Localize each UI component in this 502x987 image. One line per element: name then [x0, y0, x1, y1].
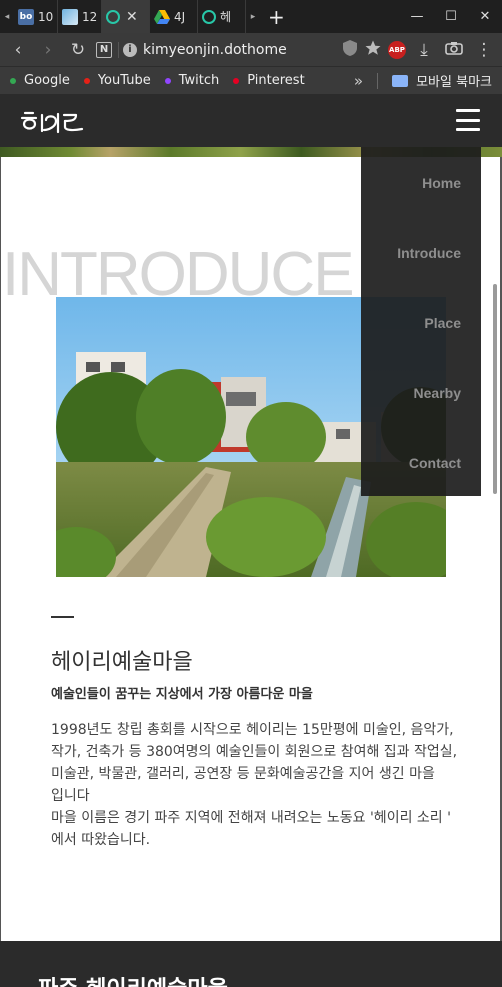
bookmark-label: Google	[24, 73, 70, 88]
hamburger-bar	[456, 118, 480, 122]
tab-scroll-left-button[interactable]: ◂	[0, 0, 14, 33]
close-window-button[interactable]: ✕	[468, 0, 502, 33]
browser-toolbar: ‹ › ↻ N i kimyeonjin.dothome ABP ⤓ ⋮	[0, 33, 502, 66]
bookmarks-divider	[377, 72, 379, 89]
bo-favicon-icon: bo	[18, 8, 34, 25]
nav-menu-panel: Home Introduce Place Nearby Contact	[361, 147, 481, 496]
hamburger-bar	[456, 109, 480, 112]
pinterest-dot-icon	[233, 77, 240, 84]
browser-tab[interactable]: 12	[58, 0, 102, 33]
description-paragraph: 마을 이름은 경기 파주 지역에 전해져 내려오는 노동요 '헤이리 소리 ' …	[51, 810, 451, 848]
google-dot-icon	[10, 77, 16, 84]
web-page: INTRODUCE 헤이리예술마을 예술인들이 꿈꾸는 지상에서 가장 아름다운…	[0, 94, 502, 987]
browser-tab-strip: ◂ bo 10 12 ✕ 4J 헤 ▸ + — ☐ ✕	[0, 0, 502, 33]
ring-favicon-icon	[106, 9, 120, 24]
site-header	[0, 94, 502, 147]
bookmark-label: 모바일 북마크	[416, 75, 492, 90]
new-tab-button[interactable]: +	[260, 0, 293, 33]
bookmark-label: Pinterest	[247, 73, 305, 88]
site-info-icon[interactable]: i	[123, 42, 137, 57]
place-name: 헤이리예술마을	[51, 650, 193, 675]
bookmark-pinterest[interactable]: Pinterest	[233, 73, 305, 88]
minimize-button[interactable]: —	[400, 0, 434, 33]
accent-divider	[51, 616, 74, 618]
reload-button[interactable]: ↻	[66, 40, 90, 60]
address-bar[interactable]: i kimyeonjin.dothome	[118, 41, 336, 58]
adblock-plus-icon[interactable]: ABP	[388, 40, 406, 59]
google-drive-favicon-icon	[154, 9, 170, 24]
browser-tab[interactable]: 4J	[150, 0, 198, 33]
bookmarks-overflow-button[interactable]: »	[354, 72, 363, 90]
browser-tab[interactable]: bo 10	[14, 0, 58, 33]
browser-tab-active[interactable]: ✕	[102, 0, 150, 33]
download-icon[interactable]: ⤓	[412, 40, 436, 60]
menu-item-introduce[interactable]: Introduce	[397, 245, 461, 261]
next-section-title: 파주 헤이리예술마을	[38, 971, 228, 987]
twitch-dot-icon	[164, 77, 171, 84]
menu-item-contact[interactable]: Contact	[409, 455, 461, 471]
tab-scroll-right-button[interactable]: ▸	[246, 0, 260, 33]
menu-item-place[interactable]: Place	[424, 315, 461, 331]
browser-tab[interactable]: 헤	[198, 0, 246, 33]
image-favicon-icon	[62, 8, 78, 25]
folder-icon	[392, 74, 409, 87]
speed-dial-icon[interactable]: N	[96, 41, 112, 58]
forward-button[interactable]: ›	[36, 40, 60, 60]
bookmark-label: Twitch	[178, 73, 220, 88]
screenshot-camera-icon[interactable]	[442, 40, 466, 60]
next-section-band: 파주 헤이리예술마을	[0, 941, 502, 987]
page-left-border	[0, 157, 1, 947]
bookmark-folder-mobile[interactable]: 모바일 북마크	[392, 71, 492, 90]
place-subtitle: 예술인들이 꿈꾸는 지상에서 가장 아름다운 마을	[51, 687, 313, 702]
browser-menu-button[interactable]: ⋮	[472, 40, 496, 60]
page-scrollbar[interactable]	[493, 284, 497, 494]
shield-icon[interactable]	[342, 39, 358, 61]
bookmarks-bar: Google YouTube Twitch Pinterest » 모바일 북마…	[0, 66, 502, 94]
place-description: 1998년도 창립 총회를 시작으로 헤이리는 15만평에 미술인, 음악가, …	[51, 719, 463, 851]
bookmark-twitch[interactable]: Twitch	[164, 73, 220, 88]
tab-close-button[interactable]: ✕	[126, 9, 138, 25]
maximize-button[interactable]: ☐	[434, 0, 468, 33]
tab-title: 헤	[220, 10, 232, 24]
bookmark-star-icon[interactable]	[364, 39, 382, 61]
bookmark-youtube[interactable]: YouTube	[83, 73, 151, 88]
description-paragraph: 1998년도 창립 총회를 시작으로 헤이리는 15만평에 미술인, 음악가, …	[51, 722, 458, 804]
youtube-dot-icon	[83, 77, 90, 84]
hamburger-bar	[456, 128, 480, 131]
back-button[interactable]: ‹	[6, 40, 30, 60]
address-text: kimyeonjin.dothome	[143, 41, 287, 58]
tab-title: 10	[38, 9, 54, 24]
bookmark-google[interactable]: Google	[10, 73, 70, 88]
tab-title: 4J	[174, 9, 186, 24]
menu-item-home[interactable]: Home	[422, 175, 461, 191]
bookmark-label: YouTube	[97, 73, 151, 88]
ring-favicon-icon	[202, 9, 216, 24]
hamburger-menu-icon[interactable]	[456, 109, 480, 131]
tab-title: 12	[82, 9, 98, 24]
site-logo[interactable]	[20, 105, 90, 135]
menu-item-nearby[interactable]: Nearby	[414, 385, 461, 401]
